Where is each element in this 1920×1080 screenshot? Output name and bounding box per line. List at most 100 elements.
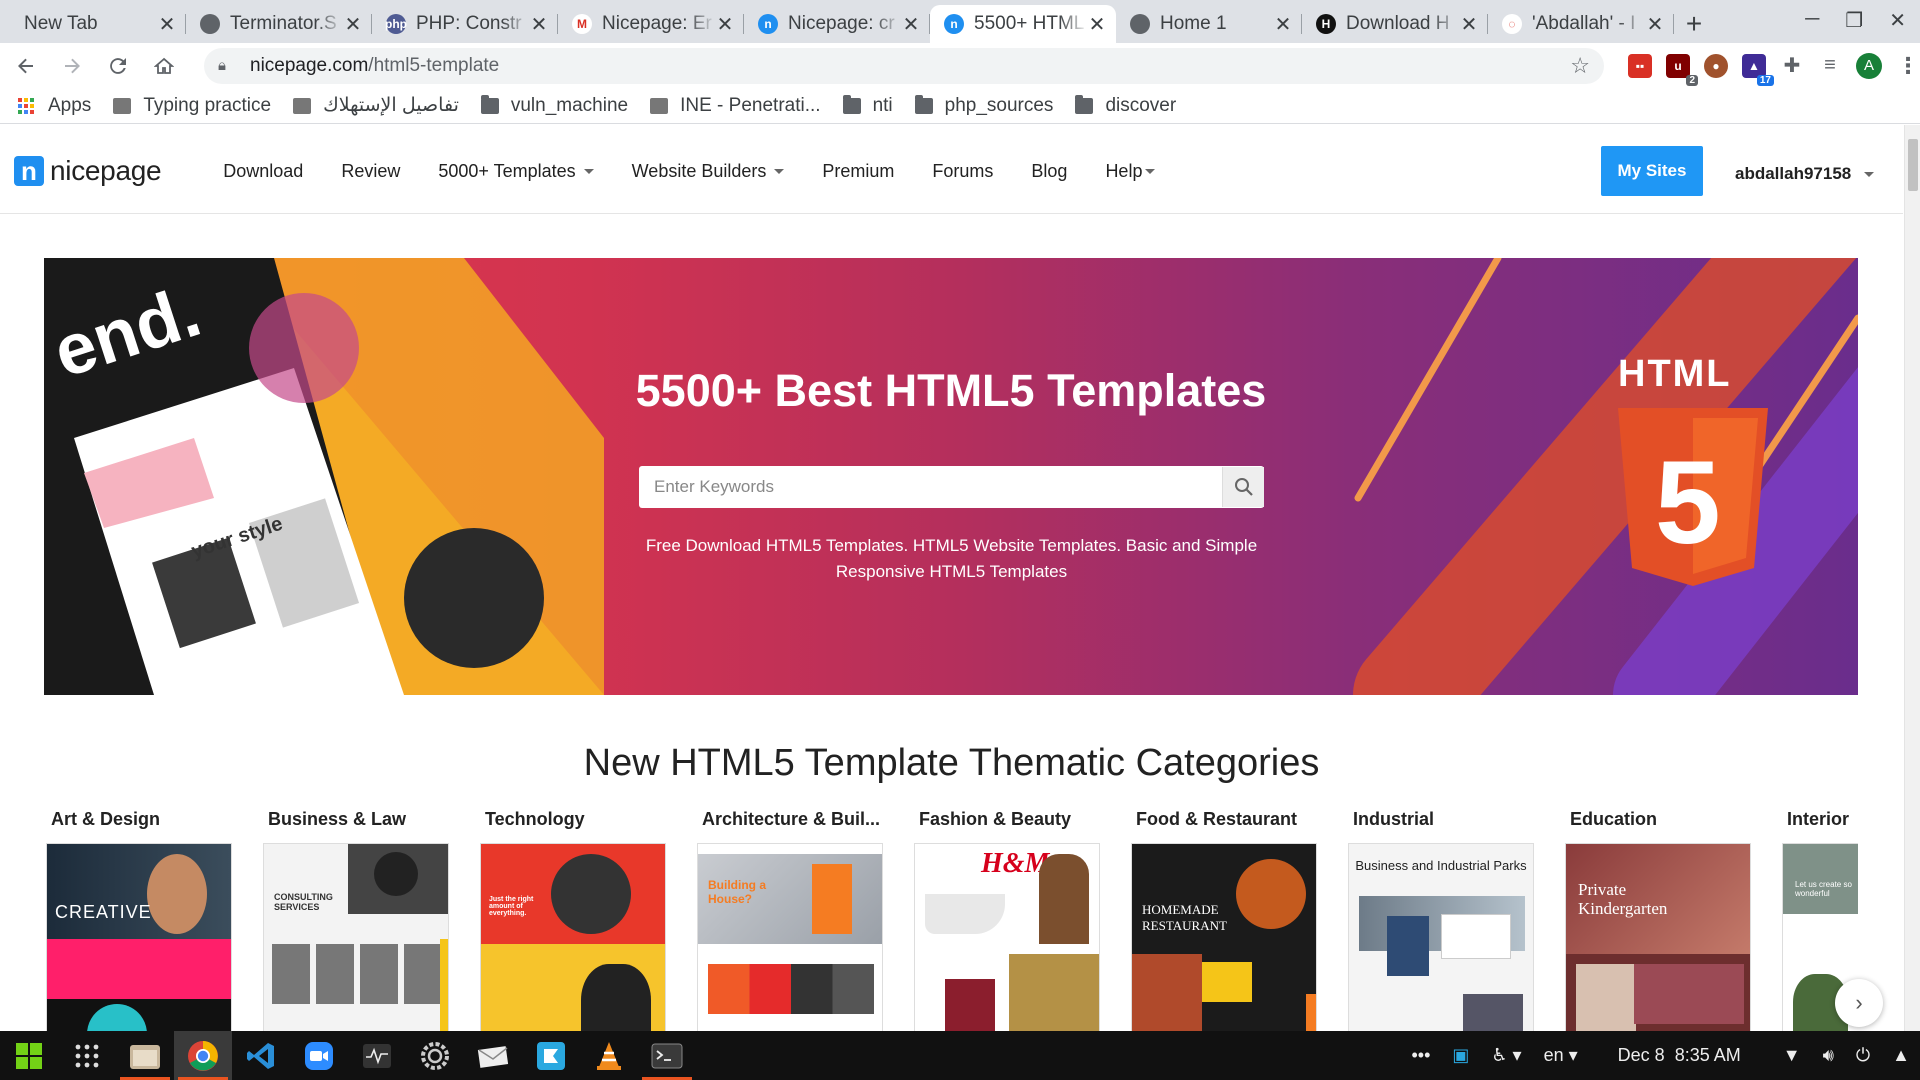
category-card[interactable]: Education Private Kindergarten bbox=[1565, 809, 1751, 1031]
tray-remote-icon[interactable]: ▣ bbox=[1452, 1045, 1469, 1066]
vscode-app[interactable] bbox=[232, 1031, 290, 1080]
media-queue-icon[interactable]: ≡ bbox=[1818, 54, 1842, 78]
zoom-app[interactable] bbox=[290, 1031, 348, 1080]
tray-overflow-icon[interactable]: ••• bbox=[1411, 1045, 1430, 1066]
bookmark-star-icon[interactable]: ☆ bbox=[1570, 53, 1590, 79]
browser-tab[interactable]: New Tab ✕ bbox=[0, 5, 186, 43]
bookmark-item[interactable]: تفاصيل الإستهلاك bbox=[293, 94, 459, 117]
bookmark-item[interactable]: discover bbox=[1075, 94, 1176, 117]
category-card[interactable]: Architecture & Buil... Building a House? bbox=[697, 809, 883, 1031]
nicepage-logo[interactable]: n nicepage bbox=[14, 155, 162, 187]
category-thumbnail-image[interactable]: Just the right amount of everything. bbox=[480, 843, 666, 1031]
nav-item[interactable]: Forums bbox=[932, 161, 993, 182]
category-thumbnail-image[interactable]: Business and Industrial Parks bbox=[1348, 843, 1534, 1031]
search-button[interactable] bbox=[1222, 467, 1264, 507]
browser-tab[interactable]: n Nicepage: cr ✕ bbox=[744, 5, 930, 43]
keyword-search-input[interactable] bbox=[639, 467, 1222, 507]
category-card[interactable]: Fashion & Beauty H&M bbox=[914, 809, 1100, 1031]
nav-item[interactable]: Review bbox=[341, 161, 400, 182]
category-thumbnail-image[interactable]: Building a House? bbox=[697, 843, 883, 1031]
forward-button[interactable] bbox=[52, 46, 92, 86]
language-selector[interactable]: en ▾ bbox=[1544, 1045, 1578, 1066]
browser-tab[interactable]: H Download H ✕ bbox=[1302, 5, 1488, 43]
category-card[interactable]: Business & Law CONSULTING SERVICES bbox=[263, 809, 449, 1031]
tab-close-icon[interactable]: ✕ bbox=[716, 12, 734, 37]
app-grid-button[interactable] bbox=[58, 1031, 116, 1080]
nav-item[interactable]: Help bbox=[1105, 161, 1156, 182]
bookmark-item[interactable]: vuln_machine bbox=[480, 94, 628, 117]
nav-item[interactable]: 5000+ Templates bbox=[438, 161, 594, 182]
bookmark-item[interactable]: Apps bbox=[18, 95, 91, 117]
extension-red-icon[interactable]: ▪▪ bbox=[1628, 53, 1652, 78]
close-window-icon[interactable]: ✕ bbox=[1889, 8, 1906, 33]
scrollbar-thumb[interactable] bbox=[1908, 139, 1918, 191]
category-card[interactable]: Technology Just the right amount of ever… bbox=[480, 809, 666, 1031]
bookmark-item[interactable]: php_sources bbox=[914, 94, 1053, 117]
ublock-icon[interactable]: u2 bbox=[1666, 53, 1698, 86]
address-bar[interactable]: 🔒︎ nicepage.com/html5-template ☆ bbox=[204, 47, 1604, 84]
bookmark-item[interactable]: nti bbox=[842, 94, 893, 117]
nav-item[interactable]: Website Builders bbox=[632, 161, 785, 182]
mail-app[interactable] bbox=[464, 1031, 522, 1080]
browser-tab[interactable]: M Nicepage: Er ✕ bbox=[558, 5, 744, 43]
bookmark-item[interactable]: Typing practice bbox=[113, 95, 271, 117]
browser-tab[interactable]: Home 1 ✕ bbox=[1116, 5, 1302, 43]
volume-icon[interactable]: 🔊︎ bbox=[1823, 1045, 1834, 1066]
system-monitor-app[interactable] bbox=[348, 1031, 406, 1080]
category-thumbnail-image[interactable]: Private Kindergarten bbox=[1565, 843, 1751, 1031]
settings-app[interactable] bbox=[406, 1031, 464, 1080]
accessibility-icon[interactable]: ♿︎ ▾ bbox=[1491, 1045, 1521, 1066]
user-menu[interactable]: abdallah97158 bbox=[1735, 163, 1874, 184]
power-icon[interactable]: ⏻ bbox=[1856, 1045, 1870, 1066]
carousel-next-button[interactable]: › bbox=[1835, 979, 1883, 1027]
tab-close-icon[interactable]: ✕ bbox=[902, 12, 920, 37]
tab-close-icon[interactable]: ✕ bbox=[1460, 12, 1478, 37]
category-card[interactable]: Art & Design CREATIVE bbox=[46, 809, 232, 1031]
menu-kebab-icon[interactable]: ⋮ bbox=[1896, 53, 1920, 78]
back-button[interactable] bbox=[6, 46, 46, 86]
category-card[interactable]: Food & Restaurant HOMEMADE RESTAURANT bbox=[1131, 809, 1317, 1031]
tab-close-icon[interactable]: ✕ bbox=[1646, 12, 1664, 37]
category-thumbnail-image[interactable]: CREATIVE bbox=[46, 843, 232, 1031]
new-tab-button[interactable]: + bbox=[1674, 5, 1714, 43]
profile-avatar[interactable]: A bbox=[1856, 52, 1882, 79]
tab-close-icon[interactable]: ✕ bbox=[1088, 12, 1106, 37]
cookie-icon[interactable]: ● bbox=[1704, 53, 1728, 78]
bookmark-item[interactable]: INE - Penetrati... bbox=[650, 95, 821, 117]
browser-tab[interactable]: n 5500+ HTML ✕ bbox=[930, 5, 1116, 43]
graduation-cap-icon[interactable]: ▲ 17 bbox=[1742, 53, 1774, 86]
logo-text: nicepage bbox=[50, 155, 162, 186]
category-thumbnail-image[interactable]: HOMEMADE RESTAURANT bbox=[1131, 843, 1317, 1031]
extensions-puzzle-icon[interactable]: ✚ bbox=[1780, 54, 1804, 78]
nav-item[interactable]: Download bbox=[223, 161, 303, 182]
main-nav: Download Review 5000+ Templates Website Bui… bbox=[223, 161, 1156, 182]
lock-icon[interactable]: 🔒︎ bbox=[218, 57, 238, 74]
category-thumbnail-image[interactable]: H&M bbox=[914, 843, 1100, 1031]
reload-button[interactable] bbox=[98, 46, 138, 86]
browser-tab[interactable]: ◌ 'Abdallah' - I ✕ bbox=[1488, 5, 1674, 43]
clock[interactable]: Dec 8 8:35 AM bbox=[1618, 1045, 1741, 1066]
app-menu-button[interactable] bbox=[0, 1031, 58, 1080]
category-card[interactable]: Industrial Business and Industrial Parks bbox=[1348, 809, 1534, 1031]
tab-close-icon[interactable]: ✕ bbox=[530, 12, 548, 37]
chrome-app[interactable] bbox=[174, 1031, 232, 1080]
tray-arrow-up-icon[interactable]: ▲ bbox=[1892, 1045, 1910, 1066]
page-scrollbar[interactable] bbox=[1904, 125, 1920, 1031]
my-sites-button[interactable]: My Sites bbox=[1601, 146, 1703, 196]
nav-item[interactable]: Premium bbox=[822, 161, 894, 182]
wifi-icon[interactable]: ▼ bbox=[1783, 1045, 1801, 1066]
files-app[interactable] bbox=[116, 1031, 174, 1080]
vlc-app[interactable] bbox=[580, 1031, 638, 1080]
terminal-app[interactable] bbox=[638, 1031, 696, 1080]
remote-app[interactable] bbox=[522, 1031, 580, 1080]
browser-tab[interactable]: php PHP: Constr ✕ bbox=[372, 5, 558, 43]
tab-close-icon[interactable]: ✕ bbox=[1274, 12, 1292, 37]
minimize-icon[interactable]: ─ bbox=[1805, 8, 1819, 33]
category-thumbnail-image[interactable]: CONSULTING SERVICES bbox=[263, 843, 449, 1031]
nav-item[interactable]: Blog bbox=[1031, 161, 1067, 182]
tab-close-icon[interactable]: ✕ bbox=[344, 12, 362, 37]
home-button[interactable] bbox=[144, 46, 184, 86]
browser-tab[interactable]: Terminator.S ✕ bbox=[186, 5, 372, 43]
restore-icon[interactable]: ❐ bbox=[1845, 8, 1863, 33]
tab-close-icon[interactable]: ✕ bbox=[158, 12, 176, 37]
